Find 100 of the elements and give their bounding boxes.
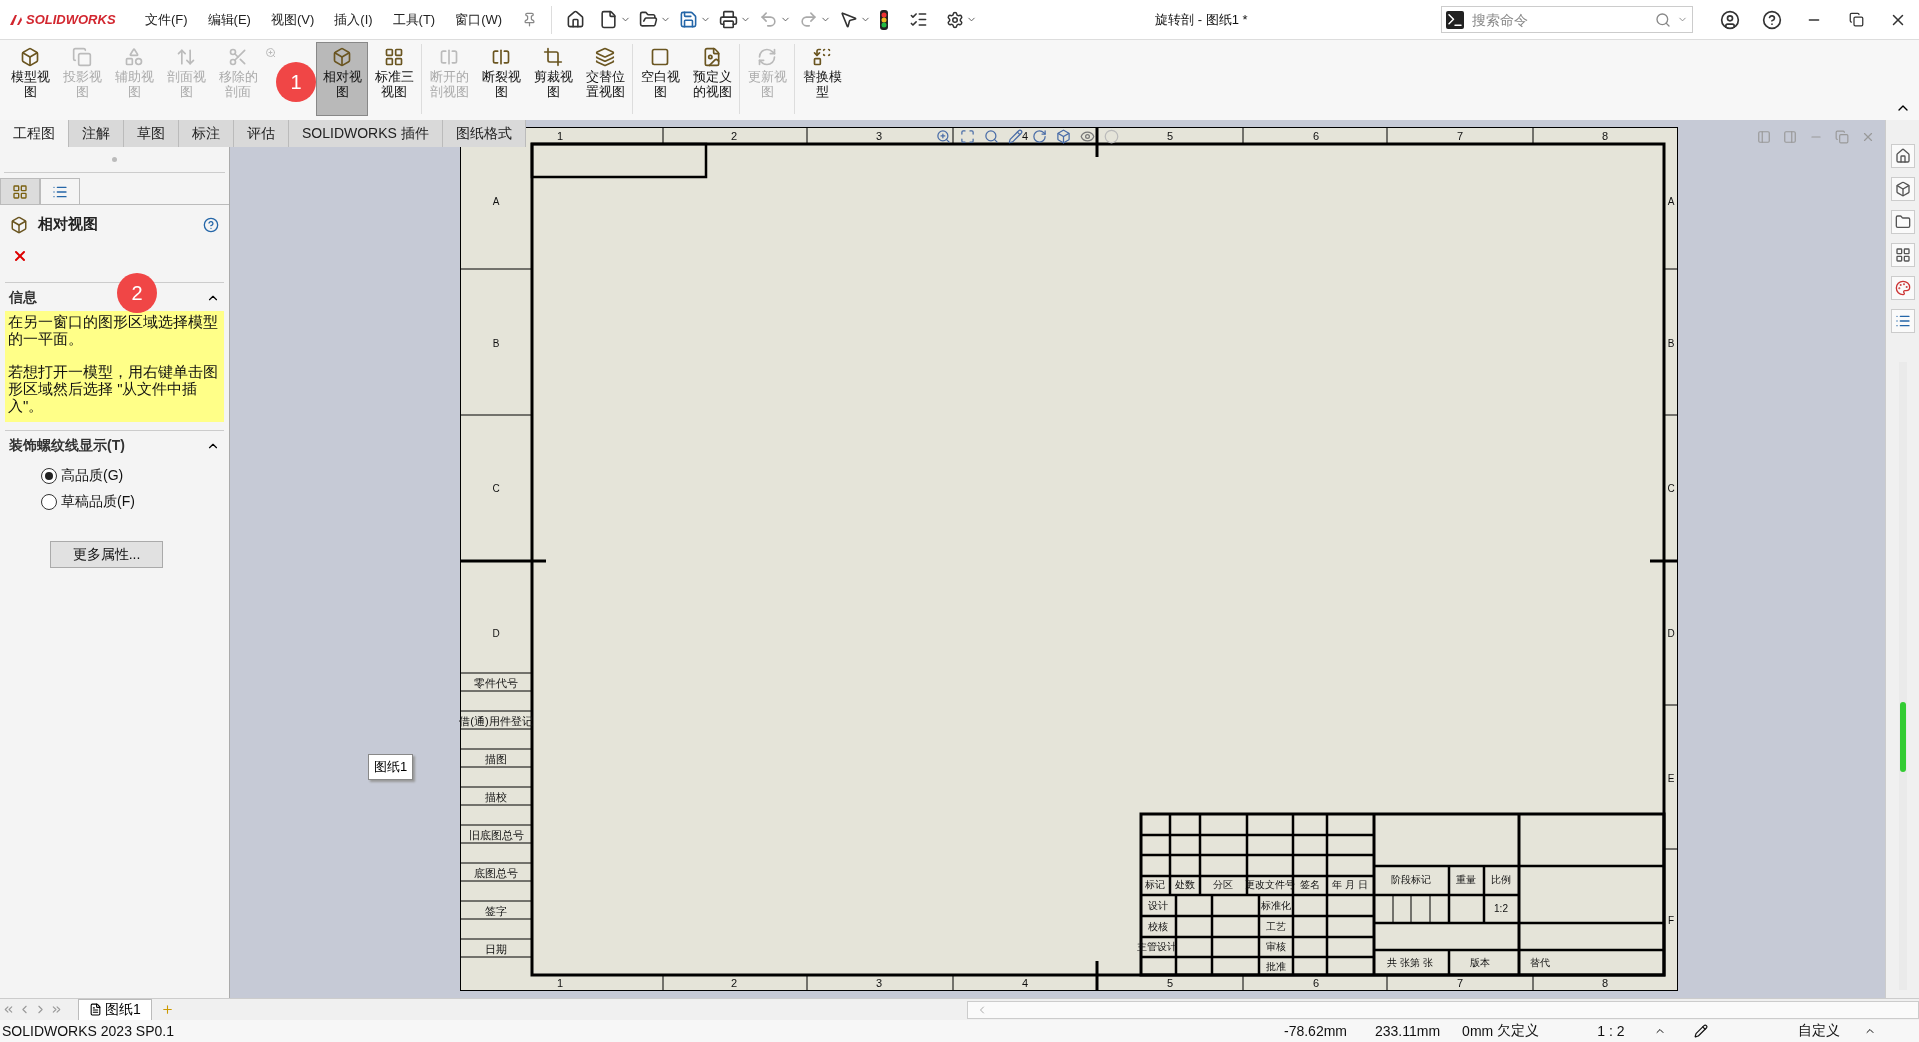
label-text: 签字 <box>485 905 507 917</box>
coordinate-text: 0mm <box>1462 1023 1494 1039</box>
ribbon-button[interactable]: 相对视图 <box>316 42 368 116</box>
settings-icon[interactable] <box>946 10 965 29</box>
menu-item[interactable]: 窗口(W) <box>455 10 503 29</box>
label-text: 日期 <box>485 943 507 955</box>
ribbon-button[interactable]: 标准三视图 <box>368 42 420 116</box>
title-block-text: 标记 <box>1145 880 1165 890</box>
box-icon[interactable] <box>1056 128 1071 144</box>
zone-letter: D <box>492 629 500 639</box>
radio-label: 草稿品质(F) <box>61 493 135 511</box>
crop-icon <box>543 47 563 67</box>
folder-icon[interactable] <box>639 10 659 29</box>
title-block-text: 批准 <box>1266 962 1286 972</box>
zone-number: 2 <box>730 130 738 142</box>
zone-number: 7 <box>1456 130 1464 142</box>
ribbon-button[interactable]: 替换模型 <box>796 42 848 116</box>
layers-icon <box>595 47 615 67</box>
box-icon <box>332 47 352 67</box>
zone-letter: B <box>1667 339 1675 349</box>
pencil-icon[interactable] <box>1008 128 1023 144</box>
tab[interactable]: 草图 <box>124 120 179 147</box>
replace-icon <box>812 47 832 67</box>
traffic-light-icon[interactable] <box>879 9 890 30</box>
box-icon <box>10 215 28 234</box>
ribbon-button[interactable]: 空白视图 <box>634 42 686 116</box>
title-block-text: 标准化 <box>1261 901 1291 911</box>
menu-item[interactable]: 文件(F) <box>145 10 188 29</box>
tab[interactable]: 图纸格式 <box>442 120 526 147</box>
more-properties-button[interactable]: 更多属性... <box>50 541 163 568</box>
tab[interactable]: 注解 <box>69 120 124 147</box>
radio-button[interactable] <box>41 494 57 510</box>
terminal-icon <box>1446 10 1464 29</box>
page-icon <box>89 1003 102 1016</box>
pencil-icon[interactable] <box>1694 1024 1709 1038</box>
menu-item[interactable]: 工具(T) <box>392 10 436 29</box>
scale-text[interactable]: 1 : 2 <box>1597 1023 1625 1039</box>
step-badge: 1 <box>276 62 316 102</box>
checklist-icon[interactable] <box>909 10 929 29</box>
title-block-text: 设计 <box>1148 901 1168 911</box>
sheet-tab[interactable]: 图纸1 <box>78 998 152 1021</box>
title-block-text: 替代 <box>1530 958 1550 968</box>
radio-label: 高品质(G) <box>61 467 124 485</box>
home-icon[interactable] <box>566 10 586 29</box>
save-icon[interactable] <box>679 10 699 29</box>
pin-icon[interactable] <box>522 12 538 27</box>
sphere-icon[interactable] <box>1104 128 1119 144</box>
zone-number: 6 <box>1312 977 1320 989</box>
ribbon-button[interactable]: 预定义的视图 <box>686 42 738 116</box>
radio-button[interactable] <box>41 468 57 484</box>
fit-icon[interactable] <box>960 128 975 144</box>
folder-icon[interactable] <box>1890 210 1915 234</box>
window-title: 旋转剖 - 图纸1 * <box>1155 10 1248 29</box>
menu-item[interactable]: 插入(I) <box>334 10 373 29</box>
box-icon <box>20 47 40 67</box>
zone-letter: A <box>1667 197 1675 207</box>
title-block-text: 共 张第 张 <box>1387 958 1433 968</box>
zone-letter: C <box>1667 484 1675 494</box>
help-icon[interactable] <box>203 216 219 233</box>
ribbon-button[interactable]: 断裂视图 <box>475 42 527 116</box>
new-file-icon[interactable] <box>599 10 619 29</box>
tab[interactable]: 标注 <box>179 120 234 147</box>
rotate-icon[interactable] <box>1032 128 1047 144</box>
grid-icon[interactable] <box>1890 243 1915 267</box>
scrollbar[interactable] <box>1898 362 1907 990</box>
ribbon-button[interactable]: 交替位置视图 <box>579 42 631 116</box>
sheet-tooltip: 图纸1 <box>368 754 414 780</box>
ribbon-button[interactable]: 模型视图 <box>4 42 56 116</box>
info-text: 若想打开一模型，用右键单击图形区域然后选择 "从文件中插入"。 <box>8 363 219 414</box>
home-icon[interactable] <box>1890 144 1915 168</box>
tab[interactable]: 评估 <box>234 120 289 147</box>
eye-icon[interactable] <box>1080 128 1095 144</box>
menu-item[interactable]: 视图(V) <box>270 10 315 29</box>
menu-item[interactable]: 编辑(E) <box>207 10 251 29</box>
title-block-text: 签名 <box>1300 880 1320 890</box>
search-icon[interactable] <box>984 128 999 144</box>
palette-icon[interactable] <box>1890 276 1915 300</box>
panel-tab[interactable] <box>0 178 40 204</box>
panel-title: 相对视图 <box>38 215 99 234</box>
magnifier-icon <box>265 47 275 59</box>
zone-number: 5 <box>1166 977 1174 989</box>
scrollbar[interactable] <box>967 1000 1919 1019</box>
image-icon <box>702 47 722 67</box>
search-box[interactable]: 搜索命令 <box>1441 6 1693 33</box>
version-text: SOLIDWORKS 2023 SP0.1 <box>2 1023 174 1039</box>
panel-tab[interactable] <box>40 178 80 204</box>
pointer-icon[interactable] <box>839 10 859 29</box>
label-text: 描图 <box>485 753 507 765</box>
zone-number: 6 <box>1312 130 1320 142</box>
ribbon-button[interactable]: 剪裁视图 <box>527 42 579 116</box>
print-icon[interactable] <box>719 10 739 29</box>
zone-letter: D <box>1667 629 1675 639</box>
list-icon[interactable] <box>1890 309 1915 333</box>
zone-number: 7 <box>1456 977 1464 989</box>
units-text[interactable]: 自定义 <box>1798 1022 1841 1040</box>
zoom-icon[interactable] <box>936 128 951 144</box>
title-block-text: 工艺 <box>1266 922 1286 932</box>
label-text: 底图总号 <box>474 867 518 879</box>
zone-number: 1 <box>556 977 564 989</box>
tab[interactable]: SOLIDWORKS 插件 <box>289 120 443 147</box>
